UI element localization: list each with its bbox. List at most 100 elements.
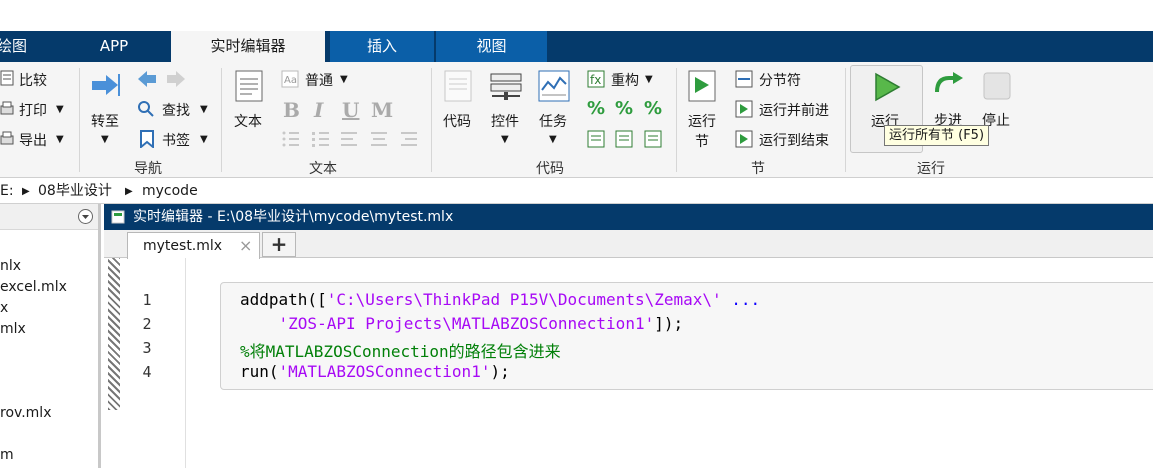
breadcrumb-subfolder[interactable]: mycode: [142, 179, 198, 204]
tab-insert[interactable]: 插入: [330, 31, 434, 62]
code-line-4[interactable]: run('MATLABZOSConnection1');: [240, 362, 510, 381]
code-label: 代码: [443, 114, 471, 130]
file-list-item[interactable]: m: [0, 447, 14, 463]
line-number: 3: [142, 339, 152, 357]
group-divider: [676, 68, 677, 172]
paragraph-format-icons[interactable]: [281, 130, 421, 148]
file-list-item[interactable]: rov.mlx: [0, 405, 51, 421]
task-chart-icon: [538, 70, 570, 102]
close-icon[interactable]: ×: [239, 233, 252, 259]
tab-live-editor[interactable]: 实时编辑器: [171, 31, 325, 62]
window-top-area: [0, 0, 1153, 31]
section-break-icon: [735, 70, 753, 88]
nav-group-label: 导航: [134, 161, 162, 177]
goto-label: 转至: [91, 114, 119, 130]
live-editor-icon: [111, 210, 125, 224]
underline-button[interactable]: U: [342, 98, 359, 122]
bookmark-label: 书签: [162, 133, 190, 149]
wrap-comment-icon[interactable]: %: [644, 98, 662, 119]
run-section-label-1: 运行: [688, 114, 716, 130]
file-tab-mytest[interactable]: mytest.mlx ×: [127, 232, 260, 259]
breadcrumb-drive[interactable]: E:: [0, 179, 14, 204]
comment-icon[interactable]: %: [587, 98, 605, 119]
group-divider: [431, 68, 432, 172]
code-string: 'C:\Users\ThinkPad P15V\Documents\Zemax\…: [326, 290, 722, 309]
export-icon: [0, 131, 14, 145]
goto-arrow-icon: [92, 74, 120, 96]
find-label: 查找: [162, 103, 190, 119]
editor-title: 实时编辑器 - E:\08毕业设计\mycode\mytest.mlx: [133, 209, 454, 225]
breadcrumb-separator-icon: ▶: [22, 186, 30, 197]
refactor-icon: fx: [587, 70, 605, 88]
run-group-label: 运行: [917, 161, 945, 177]
control-label: 控件: [491, 114, 519, 130]
run-advance-label: 运行并前进: [759, 103, 829, 119]
run-section-label-2: 节: [695, 134, 709, 150]
file-list-item[interactable]: excel.mlx: [0, 279, 67, 295]
file-list-item[interactable]: nlx: [0, 258, 21, 274]
export-dropdown-icon: ▼: [56, 134, 64, 145]
tab-app[interactable]: APP: [78, 31, 150, 62]
code-document-icon: [444, 70, 472, 102]
code-line-2[interactable]: 'ZOS-API Projects\MATLABZOSConnection1']…: [240, 314, 684, 333]
section-marker: [108, 258, 120, 410]
svg-text:Aa: Aa: [284, 75, 297, 86]
uncomment-icon[interactable]: %: [615, 98, 633, 119]
tab-view[interactable]: 视图: [436, 31, 547, 62]
run-tooltip: 运行所有节 (F5): [884, 125, 990, 146]
add-tab-button[interactable]: +: [262, 232, 296, 257]
code-line-1[interactable]: addpath(['C:\Users\ThinkPad P15V\Documen…: [240, 290, 760, 309]
text-document-icon: [235, 70, 263, 102]
stop-icon: [983, 72, 1011, 100]
code-string: 'MATLABZOSConnection1': [278, 362, 491, 381]
print-dropdown-icon: ▼: [56, 104, 64, 115]
run-to-end-label: 运行到结束: [759, 133, 829, 149]
run-to-end-icon: [735, 130, 753, 148]
text-label: 文本: [234, 114, 262, 130]
code-string: 'ZOS-API Projects\MATLABZOSConnection1': [240, 314, 655, 333]
section-break-label: 分节符: [759, 73, 801, 89]
bold-button[interactable]: B: [283, 98, 300, 122]
find-dropdown-icon: ▼: [200, 104, 208, 115]
breadcrumb[interactable]: E: ▶ 08毕业设计 ▶ mycode: [0, 179, 1153, 204]
editor-title-bar: 实时编辑器 - E:\08毕业设计\mycode\mytest.mlx: [104, 204, 1153, 230]
ribbon-tab-strip: 绘图 APP 实时编辑器 插入 视图: [0, 31, 1153, 62]
line-number: 1: [142, 291, 152, 309]
goto-dropdown-icon: ▼: [101, 134, 109, 145]
code-token: ]);: [654, 314, 684, 333]
italic-button[interactable]: I: [314, 98, 323, 122]
slider-control-icon: [490, 73, 522, 100]
tab-plot[interactable]: 绘图: [0, 31, 32, 62]
print-label: 打印: [19, 103, 47, 119]
control-dropdown-icon: ▼: [501, 134, 509, 145]
panel-menu-icon[interactable]: [77, 208, 94, 225]
group-divider: [221, 68, 222, 172]
refactor-dropdown-icon: ▼: [645, 74, 653, 85]
run-section-icon: [688, 70, 716, 102]
code-token: run(: [240, 362, 279, 381]
magnifier-icon: [138, 101, 154, 117]
bookmark-dropdown-icon: ▼: [200, 134, 208, 145]
play-icon: [875, 72, 901, 102]
monospace-button[interactable]: M: [371, 98, 393, 122]
file-tab-label: mytest.mlx: [143, 238, 223, 254]
breadcrumb-separator-icon: ▶: [125, 186, 133, 197]
chevron-down-icon: ▼: [340, 74, 348, 85]
text-style-label: 普通: [305, 73, 333, 89]
code-line-3[interactable]: %将MATLABZOSConnection的路径包含进来: [240, 338, 561, 362]
svg-text:fx: fx: [590, 73, 601, 87]
code-comment: %将MATLABZOSConnection的路径包含进来: [240, 342, 561, 361]
line-number: 2: [142, 315, 152, 333]
current-folder-panel: nlx excel.mlx x mlx rov.mlx m: [0, 204, 101, 468]
code-token: );: [490, 362, 510, 381]
forward-arrow-icon[interactable]: [166, 70, 186, 88]
file-list-item[interactable]: x: [0, 300, 8, 316]
indent-icons[interactable]: [587, 130, 667, 148]
ribbon-toolbar: 比较 打印 ▼ 导出 ▼ 转至 ▼ 查找 ▼ 书签 ▼ 导航 文本 Aa 普通 …: [0, 62, 1153, 178]
task-label: 任务: [539, 114, 567, 130]
breadcrumb-folder[interactable]: 08毕业设计: [38, 179, 112, 204]
step-icon: [935, 72, 963, 93]
text-group-label: 文本: [309, 161, 337, 177]
file-list-item[interactable]: mlx: [0, 321, 26, 337]
back-arrow-icon[interactable]: [137, 70, 157, 88]
